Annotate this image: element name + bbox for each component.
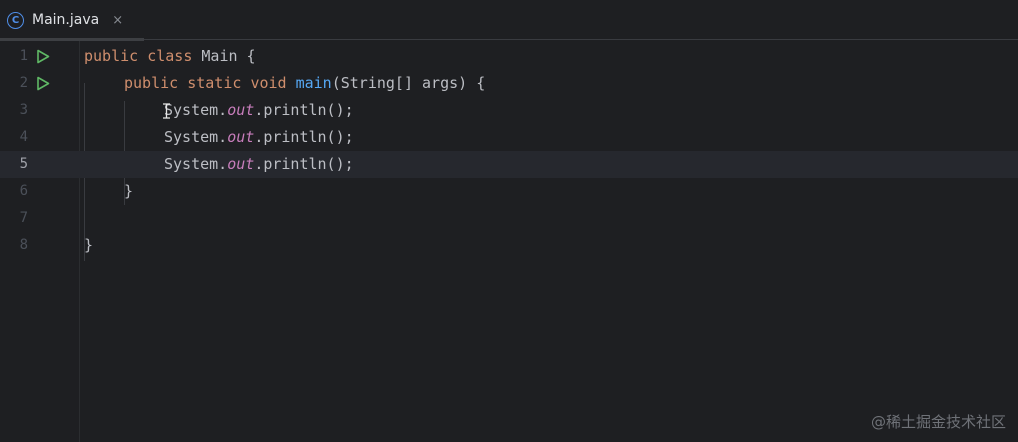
code-text: System.out.println(); — [164, 128, 354, 146]
line-number: 5 — [19, 156, 28, 172]
code-editor[interactable]: 1 public class Main { 2 public static vo… — [0, 41, 1018, 442]
line-number: 1 — [19, 48, 28, 64]
line-number: 3 — [19, 102, 28, 118]
code-line-7[interactable]: 7 — [0, 205, 1018, 232]
run-gutter-icon[interactable] — [36, 49, 50, 64]
line-number: 6 — [19, 183, 28, 199]
line-number: 4 — [19, 129, 28, 145]
code-text: public class Main { — [84, 47, 256, 65]
line-number: 2 — [19, 75, 28, 91]
tab-main-java[interactable]: C Main.java × — [0, 0, 144, 41]
text-cursor-icon — [163, 103, 170, 119]
line-number: 7 — [19, 210, 28, 226]
tab-label: Main.java — [32, 12, 100, 28]
java-class-icon: C — [7, 11, 24, 29]
code-line-2[interactable]: 2 public static void main(String[] args)… — [0, 70, 1018, 97]
code-text: } — [124, 182, 134, 200]
code-line-5[interactable]: 5 System.out.println(); — [0, 151, 1018, 178]
code-text: System.out.println(); — [164, 155, 354, 173]
code-line-6[interactable]: 6 } — [0, 178, 1018, 205]
code-line-3[interactable]: 3 System.out.println(); — [0, 97, 1018, 124]
watermark: @稀土掘金技术社区 — [870, 413, 1006, 431]
code-line-4[interactable]: 4 System.out.println(); — [0, 124, 1018, 151]
run-gutter-icon[interactable] — [36, 76, 50, 91]
editor-tab-bar: C Main.java × — [0, 0, 1018, 41]
code-text: } — [84, 236, 94, 254]
line-number: 8 — [19, 237, 28, 253]
code-line-1[interactable]: 1 public class Main { — [0, 43, 1018, 70]
code-text: System.out.println(); — [164, 101, 354, 119]
close-icon[interactable]: × — [112, 13, 123, 28]
code-text: public static void main(String[] args) { — [124, 74, 486, 92]
code-line-8[interactable]: 8 } — [0, 232, 1018, 259]
